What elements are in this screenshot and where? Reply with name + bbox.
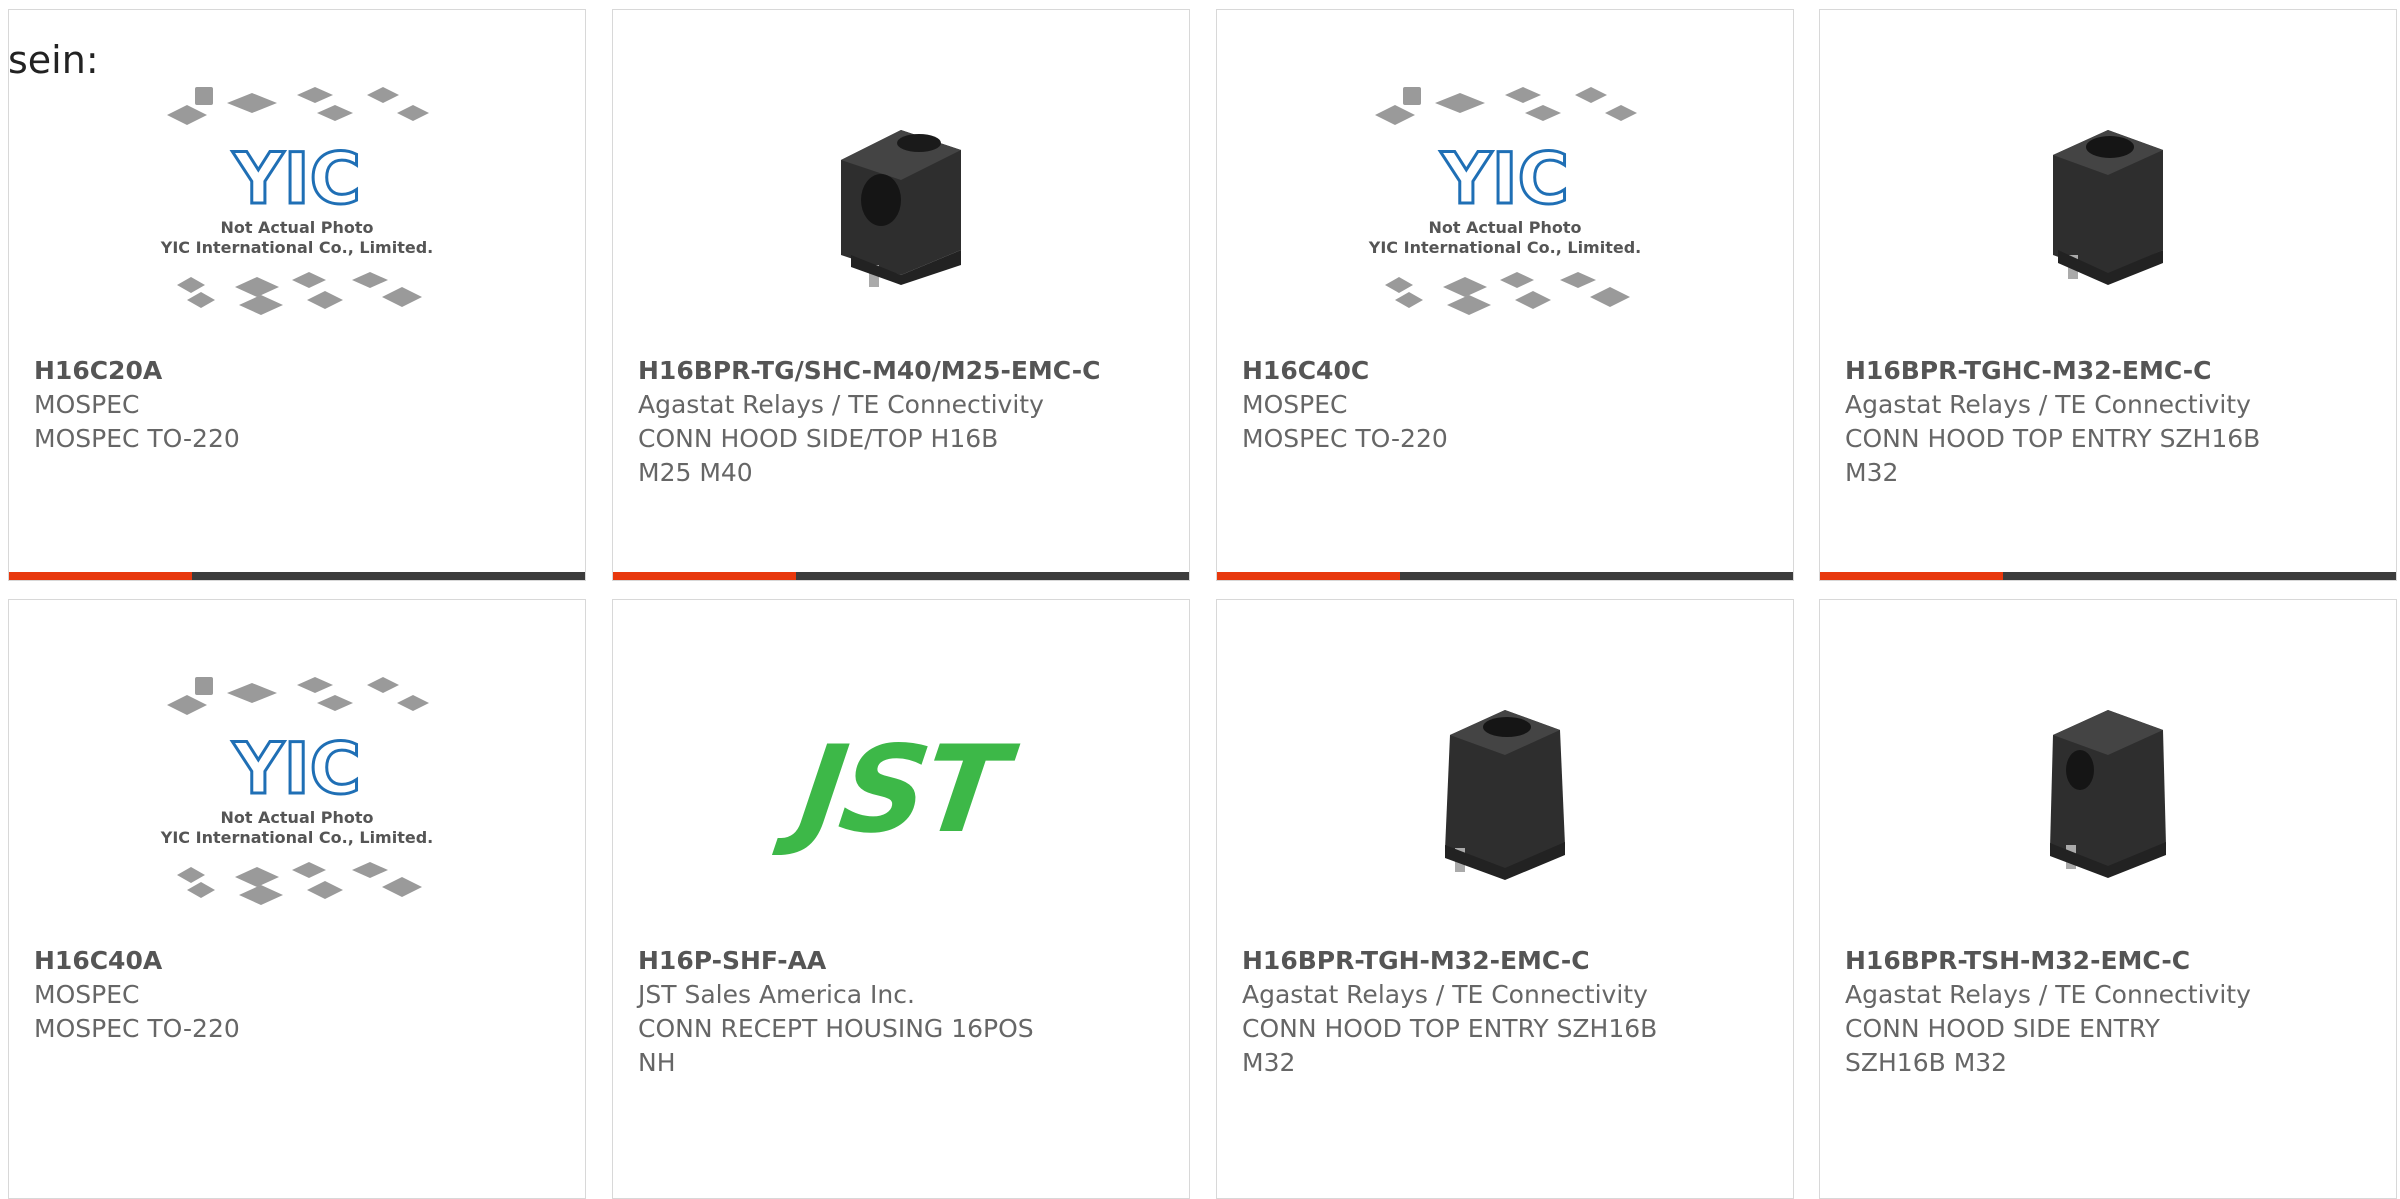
product-info: H16C20A MOSPEC MOSPEC TO-220 [34,354,560,456]
svg-text:YIC International Co., Limited: YIC International Co., Limited. [160,828,433,847]
product-card[interactable]: YIC Not Actual Photo YIC International C… [1216,9,1794,581]
svg-text:YIC: YIC [232,138,361,220]
svg-text:Not Actual Photo: Not Actual Photo [1428,218,1581,237]
part-number-link[interactable]: H16BPR-TSH-M32-EMC-C [1845,944,2371,978]
description: MOSPEC TO-220 [1242,424,1448,453]
description: MOSPEC TO-220 [34,1014,240,1043]
description: CONN HOOD SIDE/TOP H16B [638,424,999,453]
part-number-link[interactable]: H16C40A [34,944,560,978]
description: CONN RECEPT HOUSING 16POS [638,1014,1034,1043]
product-card[interactable]: H16BPR-TG/SHC-M40/M25-EMC-C Agastat Rela… [612,9,1190,581]
product-card[interactable]: YIC Not Actual Photo YIC International C… [8,599,586,1199]
product-card[interactable]: YIC Not Actual Photo YIC International C… [8,9,586,581]
part-number-link[interactable]: H16C20A [34,354,560,388]
manufacturer: MOSPEC [34,390,140,419]
part-number-link[interactable]: H16P-SHF-AA [638,944,1164,978]
product-card[interactable]: H16BPR-TSH-M32-EMC-C Agastat Relays / TE… [1819,599,2397,1199]
product-info: H16BPR-TG/SHC-M40/M25-EMC-C Agastat Rela… [638,354,1164,490]
product-info: H16C40A MOSPEC MOSPEC TO-220 [34,944,560,1046]
product-info: H16P-SHF-AA JST Sales America Inc. CONN … [638,944,1164,1080]
card-accent [9,572,192,580]
manufacturer: Agastat Relays / TE Connectivity [1845,390,2251,419]
description-cont: M32 [1845,458,1899,487]
card-accent [613,572,796,580]
card-footer-bar [613,572,1189,580]
card-footer-bar [1820,572,2396,580]
prefix-text: sein: [8,38,99,82]
svg-text:Not Actual Photo: Not Actual Photo [220,808,373,827]
jst-logo: JST [790,720,1012,860]
description: CONN HOOD TOP ENTRY SZH16B [1242,1014,1658,1043]
product-info: H16BPR-TGHC-M32-EMC-C Agastat Relays / T… [1845,354,2371,490]
product-info: H16BPR-TGH-M32-EMC-C Agastat Relays / TE… [1242,944,1768,1080]
description: MOSPEC TO-220 [34,424,240,453]
product-card[interactable]: H16BPR-TGH-M32-EMC-C Agastat Relays / TE… [1216,599,1794,1199]
product-info: H16BPR-TSH-M32-EMC-C Agastat Relays / TE… [1845,944,2371,1080]
card-footer-bar [9,572,585,580]
svg-text:YIC: YIC [1440,138,1569,220]
yic-placeholder-image: YIC Not Actual Photo YIC International C… [9,50,585,350]
product-card[interactable]: JST H16P-SHF-AA JST Sales America Inc. C… [612,599,1190,1199]
part-number-link[interactable]: H16C40C [1242,354,1768,388]
description: CONN HOOD TOP ENTRY SZH16B [1845,424,2261,453]
manufacturer: JST Sales America Inc. [638,980,915,1009]
part-number-link[interactable]: H16BPR-TG/SHC-M40/M25-EMC-C [638,354,1164,388]
jst-logo-image: JST [613,640,1189,940]
product-grid: YIC Not Actual Photo YIC International C… [0,0,2400,1199]
description-cont: M32 [1242,1048,1296,1077]
connector-hood-image [1820,640,2396,940]
manufacturer: Agastat Relays / TE Connectivity [638,390,1044,419]
svg-text:Not Actual Photo: Not Actual Photo [220,218,373,237]
description: CONN HOOD SIDE ENTRY [1845,1014,2160,1043]
product-card[interactable]: H16BPR-TGHC-M32-EMC-C Agastat Relays / T… [1819,9,2397,581]
connector-hood-image [1217,640,1793,940]
yic-placeholder-image: YIC Not Actual Photo YIC International C… [1217,50,1793,350]
manufacturer: MOSPEC [1242,390,1348,419]
connector-hood-image [613,50,1189,350]
card-accent [1217,572,1400,580]
svg-text:YIC International Co., Limited: YIC International Co., Limited. [160,238,433,257]
yic-placeholder-image: YIC Not Actual Photo YIC International C… [9,640,585,940]
connector-hood-image [1820,50,2396,350]
manufacturer: Agastat Relays / TE Connectivity [1242,980,1648,1009]
svg-text:YIC International Co., Limited: YIC International Co., Limited. [1368,238,1641,257]
card-accent [1820,572,2003,580]
manufacturer: MOSPEC [34,980,140,1009]
part-number-link[interactable]: H16BPR-TGH-M32-EMC-C [1242,944,1768,978]
manufacturer: Agastat Relays / TE Connectivity [1845,980,2251,1009]
product-info: H16C40C MOSPEC MOSPEC TO-220 [1242,354,1768,456]
description-cont: M25 M40 [638,458,753,487]
description-cont: NH [638,1048,676,1077]
svg-text:YIC: YIC [232,728,361,810]
card-footer-bar [1217,572,1793,580]
part-number-link[interactable]: H16BPR-TGHC-M32-EMC-C [1845,354,2371,388]
description-cont: SZH16B M32 [1845,1048,2008,1077]
